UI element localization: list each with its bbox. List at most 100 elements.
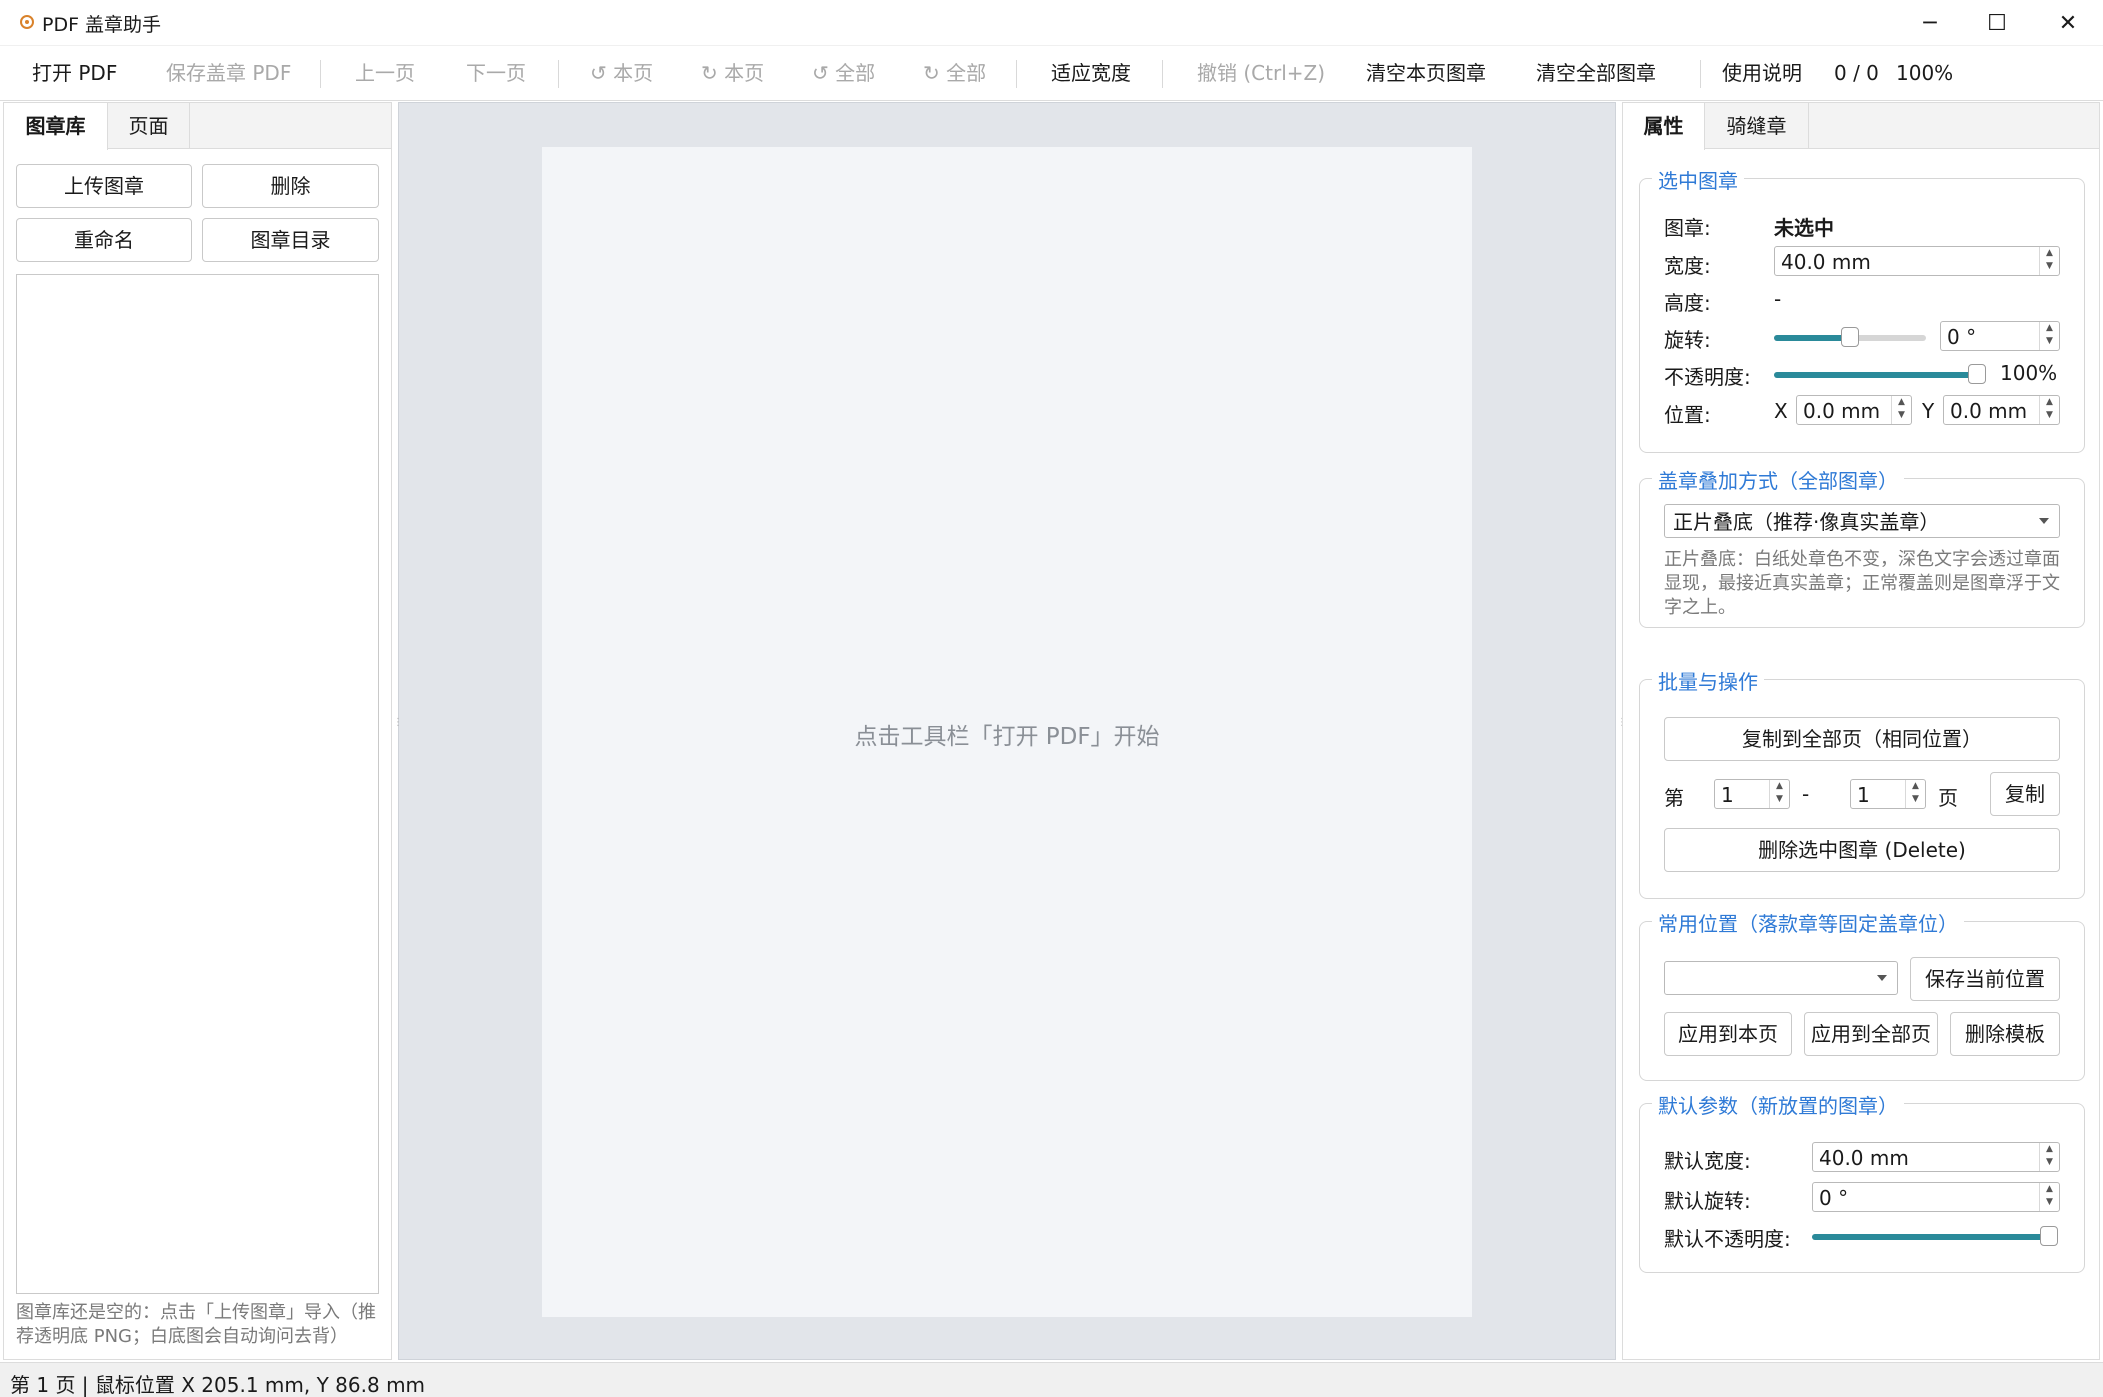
opacity-slider[interactable] (1774, 364, 1986, 384)
chevron-down-icon (2039, 518, 2049, 524)
tab-stamp-library[interactable]: 图章库 (4, 103, 108, 150)
maximize-button[interactable]: ☐ (1962, 0, 2032, 46)
pdf-canvas[interactable]: 点击工具栏「打开 PDF」开始 (398, 102, 1616, 1360)
rename-stamp-button[interactable]: 重命名 (16, 218, 192, 262)
default-width-label: 默认宽度: (1664, 1149, 1751, 1173)
page-unit-label: 页 (1938, 786, 1958, 810)
rotate-right-all-button[interactable]: ↻ 全部 (923, 58, 986, 88)
open-pdf-button[interactable]: 打开 PDF (32, 58, 117, 88)
default-opacity-label: 默认不透明度: (1664, 1227, 1791, 1251)
save-current-position-button[interactable]: 保存当前位置 (1910, 957, 2060, 1001)
rotate-slider-fill (1774, 335, 1850, 341)
to-page-spinbox[interactable]: 1 ▲ ▼ (1850, 779, 1926, 809)
next-page-button[interactable]: 下一页 (466, 58, 526, 88)
right-panel: 属性 骑缝章 选中图章 图章: 未选中 宽度: 40.0 mm ▲ ▼ 高度: -… (1622, 102, 2100, 1360)
height-label: 高度: (1664, 291, 1711, 315)
width-value: 40.0 mm (1781, 250, 1871, 274)
delete-selected-stamp-button[interactable]: 删除选中图章 (Delete) (1664, 828, 2060, 872)
toolbar-separator (320, 60, 321, 88)
spin-arrows-icon[interactable]: ▲ ▼ (2039, 1143, 2059, 1171)
copy-range-button[interactable]: 复制 (1990, 772, 2060, 816)
tab-pages[interactable]: 页面 (108, 103, 190, 149)
window-title: PDF 盖章助手 (42, 14, 162, 36)
default-rotate-label: 默认旋转: (1664, 1189, 1751, 1213)
y-position-value: 0.0 mm (1950, 399, 2028, 423)
fit-width-button[interactable]: 适应宽度 (1051, 58, 1131, 88)
rotate-slider-handle[interactable] (1841, 327, 1859, 347)
blend-mode-description: 正片叠底：白纸处章色不变，深色文字会透过章面显现，最接近真实盖章；正常覆盖则是图… (1664, 549, 2060, 618)
toolbar-separator (558, 60, 559, 88)
default-width-spinbox[interactable]: 40.0 mm ▲ ▼ (1812, 1142, 2060, 1172)
left-splitter-handle[interactable]: ⋮ (393, 718, 403, 744)
to-page-value: 1 (1857, 783, 1870, 807)
rotate-label: 旋转: (1664, 328, 1711, 352)
apply-to-all-pages-button[interactable]: 应用到全部页 (1804, 1012, 1938, 1056)
stamp-list[interactable] (16, 274, 379, 1294)
undo-button[interactable]: 撤销 (Ctrl+Z) (1197, 58, 1325, 88)
default-opacity-slider-handle[interactable] (2040, 1226, 2058, 1246)
copy-to-all-pages-button[interactable]: 复制到全部页（相同位置） (1664, 717, 2060, 761)
y-label: Y (1922, 399, 1935, 423)
toolbar: 打开 PDF 保存盖章 PDF 上一页 下一页 ↺ 本页 ↻ 本页 ↺ 全部 ↻… (0, 46, 2103, 101)
from-page-spinbox[interactable]: 1 ▲ ▼ (1714, 779, 1790, 809)
toolbar-separator (1700, 60, 1701, 88)
rotate-value: 0 ° (1947, 325, 1977, 349)
right-tabbar: 属性 骑缝章 (1623, 103, 2099, 150)
default-width-value: 40.0 mm (1819, 1146, 1909, 1170)
spin-arrows-icon[interactable]: ▲ ▼ (1905, 780, 1925, 808)
from-page-label: 第 (1664, 786, 1684, 810)
x-position-spinbox[interactable]: 0.0 mm ▲ ▼ (1796, 395, 1912, 425)
clear-page-stamps-button[interactable]: 清空本页图章 (1366, 58, 1486, 88)
spin-arrows-icon[interactable]: ▲ ▼ (2039, 396, 2059, 424)
rotate-left-all-button[interactable]: ↺ 全部 (812, 58, 875, 88)
clear-all-stamps-button[interactable]: 清空全部图章 (1536, 58, 1656, 88)
spin-arrows-icon[interactable]: ▲ ▼ (2039, 1183, 2059, 1211)
zoom-level: 100% (1896, 61, 1954, 85)
opacity-slider-handle[interactable] (1968, 364, 1986, 384)
opacity-value: 100% (2000, 361, 2058, 385)
pdf-page[interactable]: 点击工具栏「打开 PDF」开始 (542, 147, 1472, 1317)
tab-properties[interactable]: 属性 (1623, 103, 1705, 150)
delete-stamp-button[interactable]: 删除 (202, 164, 379, 208)
left-panel: 图章库 页面 上传图章 删除 重命名 图章目录 图章库还是空的：点击「上传图章」… (3, 102, 392, 1360)
rotate-left-page-button[interactable]: ↺ 本页 (590, 58, 653, 88)
y-position-spinbox[interactable]: 0.0 mm ▲ ▼ (1943, 395, 2060, 425)
blend-mode-select[interactable]: 正片叠底（推荐·像真实盖章） (1664, 504, 2060, 538)
default-opacity-slider[interactable] (1812, 1226, 2058, 1246)
spin-arrows-icon[interactable]: ▲ ▼ (1769, 780, 1789, 808)
title-bar: PDF 盖章助手 ─ ☐ ✕ (0, 0, 2103, 46)
tab-seam-stamp[interactable]: 骑缝章 (1705, 103, 1809, 149)
save-pdf-button[interactable]: 保存盖章 PDF (166, 58, 291, 88)
rotate-right-page-button[interactable]: ↻ 本页 (701, 58, 764, 88)
minimize-button[interactable]: ─ (1895, 0, 1965, 46)
chevron-down-icon (1877, 975, 1887, 981)
x-label: X (1774, 399, 1788, 423)
spin-arrows-icon[interactable]: ▲ ▼ (2039, 322, 2059, 350)
rotate-spinbox[interactable]: 0 ° ▲ ▼ (1940, 321, 2060, 351)
position-template-select[interactable] (1664, 961, 1898, 995)
status-bar: 第 1 页 | 鼠标位置 X 205.1 mm, Y 86.8 mm (0, 1362, 2103, 1397)
help-button[interactable]: 使用说明 (1722, 58, 1802, 88)
spin-arrows-icon[interactable]: ▲ ▼ (1891, 396, 1911, 424)
toolbar-separator (1016, 60, 1017, 88)
delete-template-button[interactable]: 删除模板 (1950, 1012, 2060, 1056)
close-button[interactable]: ✕ (2033, 0, 2103, 46)
default-params-title: 默认参数（新放置的图章） (1652, 1090, 1904, 1119)
right-splitter-handle[interactable]: ⋮ (1617, 718, 1627, 744)
default-rotate-value: 0 ° (1819, 1186, 1849, 1210)
default-params-group: 默认参数（新放置的图章） 默认宽度: 40.0 mm ▲ ▼ 默认旋转: 0 ° … (1639, 1090, 2085, 1273)
spin-arrows-icon[interactable]: ▲ ▼ (2039, 247, 2059, 275)
prev-page-button[interactable]: 上一页 (355, 58, 415, 88)
stamp-directory-button[interactable]: 图章目录 (202, 218, 379, 262)
blend-mode-title: 盖章叠加方式（全部图章） (1652, 465, 1904, 494)
default-rotate-spinbox[interactable]: 0 ° ▲ ▼ (1812, 1182, 2060, 1212)
width-spinbox[interactable]: 40.0 mm ▲ ▼ (1774, 246, 2060, 276)
x-position-value: 0.0 mm (1803, 399, 1881, 423)
default-opacity-slider-fill (1812, 1234, 2058, 1240)
apply-to-page-button[interactable]: 应用到本页 (1664, 1012, 1792, 1056)
rotate-slider[interactable] (1774, 327, 1926, 347)
position-label: 位置: (1664, 403, 1711, 427)
upload-stamp-button[interactable]: 上传图章 (16, 164, 192, 208)
batch-operations-title: 批量与操作 (1652, 666, 1764, 695)
stamp-label: 图章: (1664, 216, 1711, 240)
